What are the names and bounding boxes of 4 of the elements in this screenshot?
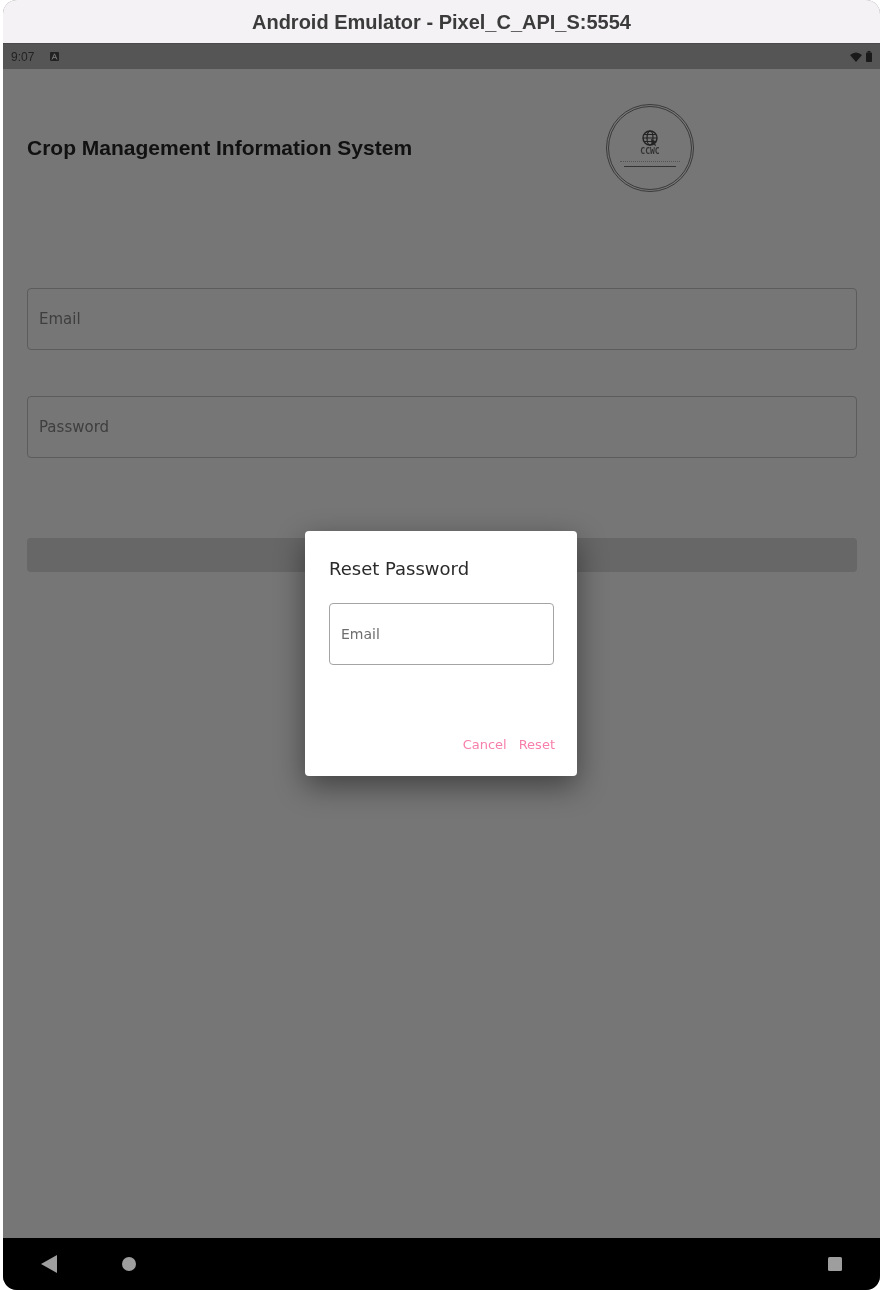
dialog-title: Reset Password [329,557,471,581]
logo-text: CCWC [640,147,660,156]
window-title: Android Emulator - Pixel_C_API_S:5554 [252,9,631,35]
app-title: Crop Management Information System [27,135,413,161]
